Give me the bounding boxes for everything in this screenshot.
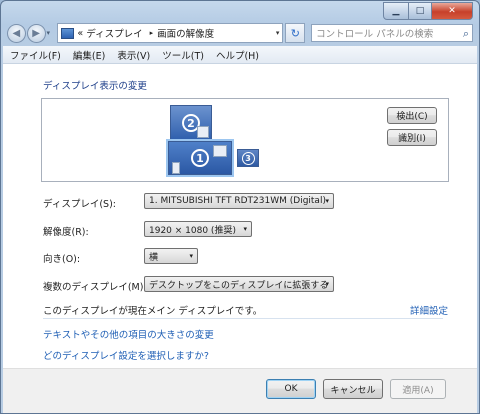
multiple-displays-label: 複数のディスプレイ(M):	[43, 282, 147, 293]
resolution-select-value: 1920 × 1080 (推奨)	[149, 225, 236, 236]
multiple-displays-select-value: デスクトップをこのディスプレイに拡張する	[149, 280, 329, 291]
search-placeholder: コントロール パネルの検索	[316, 29, 434, 40]
monitor-2-window-icon	[197, 126, 209, 138]
menu-tools[interactable]: ツール(T)	[155, 48, 209, 62]
orientation-select[interactable]: 横 ▾	[144, 248, 198, 264]
forward-button[interactable]: ▶	[26, 23, 46, 43]
back-arrow-icon: ◀	[12, 27, 21, 39]
breadcrumb-separator-icon[interactable]: ▸	[150, 29, 154, 37]
forward-arrow-icon: ▶	[32, 27, 40, 39]
caption-buttons: ▁ □ ✕	[383, 2, 473, 20]
main-display-status: このディスプレイが現在メイン ディスプレイです。	[43, 306, 263, 317]
close-button[interactable]: ✕	[432, 2, 473, 20]
chevron-down-icon: ▾	[325, 197, 329, 205]
back-button[interactable]: ◀	[7, 23, 26, 43]
address-bar[interactable]: « ディスプレイ ▸ 画面の解像度 ▾	[57, 23, 284, 43]
monitor-1[interactable]: 1	[168, 141, 232, 175]
monitor-2[interactable]: 2	[170, 105, 212, 141]
navigation-bar: ◀ ▶ ▾ « ディスプレイ ▸ 画面の解像度 ▾ ↻ コントロール パネルの検…	[7, 23, 473, 43]
monitor-3-number: 3	[241, 151, 255, 165]
chevron-down-icon: ▾	[325, 280, 329, 288]
monitor-1-taskbar-icon	[172, 162, 180, 174]
menu-file[interactable]: ファイル(F)	[3, 48, 66, 62]
control-panel-window: ▁ □ ✕ ◀ ▶ ▾ « ディスプレイ ▸ 画面の解像度 ▾ ↻ コントロール…	[0, 0, 480, 414]
monitor-arrangement-panel: 2 1 3 検出(C) 識別(I)	[41, 98, 449, 182]
recent-pages-dropdown[interactable]: ▾	[47, 29, 55, 37]
address-dropdown-icon[interactable]: ▾	[276, 29, 280, 37]
breadcrumb-overflow[interactable]: «	[77, 28, 83, 39]
menu-help[interactable]: ヘルプ(H)	[209, 48, 264, 62]
identify-button[interactable]: 識別(I)	[387, 129, 437, 146]
search-icon[interactable]: ⌕	[463, 27, 469, 41]
refresh-icon: ↻	[290, 26, 300, 40]
menu-view[interactable]: 表示(V)	[110, 48, 155, 62]
display-label: ディスプレイ(S):	[43, 199, 116, 210]
orientation-select-value: 横	[149, 252, 159, 263]
text-size-link[interactable]: テキストやその他の項目の大きさの変更	[43, 327, 214, 341]
search-input[interactable]: コントロール パネルの検索 ⌕	[311, 24, 473, 42]
menu-edit[interactable]: 編集(E)	[66, 48, 110, 62]
divider	[43, 318, 443, 319]
detect-button[interactable]: 検出(C)	[387, 107, 437, 124]
breadcrumb-display[interactable]: ディスプレイ	[86, 26, 142, 40]
monitor-1-number: 1	[191, 149, 209, 167]
menu-bar: ファイル(F) 編集(E) 表示(V) ツール(T) ヘルプ(H)	[3, 46, 477, 64]
maximize-button[interactable]: □	[409, 2, 432, 20]
apply-button[interactable]: 適用(A)	[390, 379, 446, 399]
resolution-select[interactable]: 1920 × 1080 (推奨) ▾	[144, 221, 252, 237]
orientation-label: 向き(O):	[43, 254, 81, 265]
breadcrumb-screen-resolution[interactable]: 画面の解像度	[157, 26, 214, 40]
resolution-label: 解像度(R):	[43, 227, 89, 238]
control-panel-icon	[61, 27, 75, 39]
cancel-button[interactable]: キャンセル	[323, 379, 383, 399]
multiple-displays-select[interactable]: デスクトップをこのディスプレイに拡張する ▾	[144, 276, 334, 292]
advanced-settings-link[interactable]: 詳細設定	[410, 303, 448, 317]
ok-button[interactable]: OK	[266, 379, 316, 399]
display-select-value: 1. MITSUBISHI TFT RDT231WM (Digital)	[149, 196, 326, 206]
refresh-button[interactable]: ↻	[285, 23, 306, 43]
display-select[interactable]: 1. MITSUBISHI TFT RDT231WM (Digital) ▾	[144, 193, 334, 209]
monitor-3[interactable]: 3	[237, 149, 259, 167]
dialog-footer: OK キャンセル 適用(A)	[3, 368, 477, 413]
page-title: ディスプレイ表示の変更	[43, 81, 147, 92]
monitor-1-window-icon	[213, 145, 227, 157]
which-settings-link[interactable]: どのディスプレイ設定を選択しますか?	[43, 348, 209, 362]
chevron-down-icon: ▾	[189, 252, 193, 260]
minimize-button[interactable]: ▁	[383, 2, 409, 20]
chevron-down-icon: ▾	[243, 225, 247, 233]
content-area: ディスプレイ表示の変更 2 1 3 検出(C) 識別(I) ディスプレイ(S):…	[3, 64, 477, 413]
